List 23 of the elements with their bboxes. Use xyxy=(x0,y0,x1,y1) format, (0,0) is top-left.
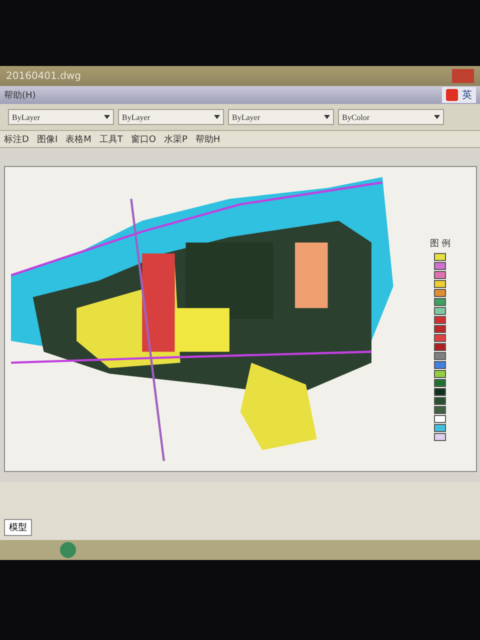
caret-icon xyxy=(104,115,110,119)
menu-item[interactable]: 帮助(H) xyxy=(4,88,36,102)
menu-item[interactable]: 帮助H xyxy=(195,132,220,146)
menu-item[interactable]: 水渠P xyxy=(164,132,188,146)
menu-item[interactable]: 窗口O xyxy=(130,132,156,146)
menu-item[interactable]: 图像I xyxy=(36,132,58,146)
ime-mode-button[interactable]: 英 xyxy=(462,88,472,102)
property-dropdown[interactable]: ByLayer xyxy=(8,109,114,125)
menu-item[interactable]: 标注D xyxy=(4,132,29,146)
property-dropdown[interactable]: ByLayer xyxy=(118,109,224,125)
menu-item[interactable]: 工具T xyxy=(99,132,123,146)
property-dropdown[interactable]: ByLayer xyxy=(228,109,334,125)
window-title: 20160401.dwg xyxy=(6,70,81,82)
property-dropdown[interactable]: ByColor xyxy=(338,109,444,125)
close-button[interactable] xyxy=(452,69,474,83)
caret-icon xyxy=(434,115,440,119)
caret-icon xyxy=(324,115,330,119)
menu-item[interactable]: 表格M xyxy=(66,132,92,146)
layout-tab[interactable]: 模型 xyxy=(4,519,32,536)
start-button[interactable] xyxy=(60,542,76,558)
legend-title: 图 例 xyxy=(430,238,451,250)
caret-icon xyxy=(214,115,220,119)
logo-icon[interactable] xyxy=(446,89,458,101)
